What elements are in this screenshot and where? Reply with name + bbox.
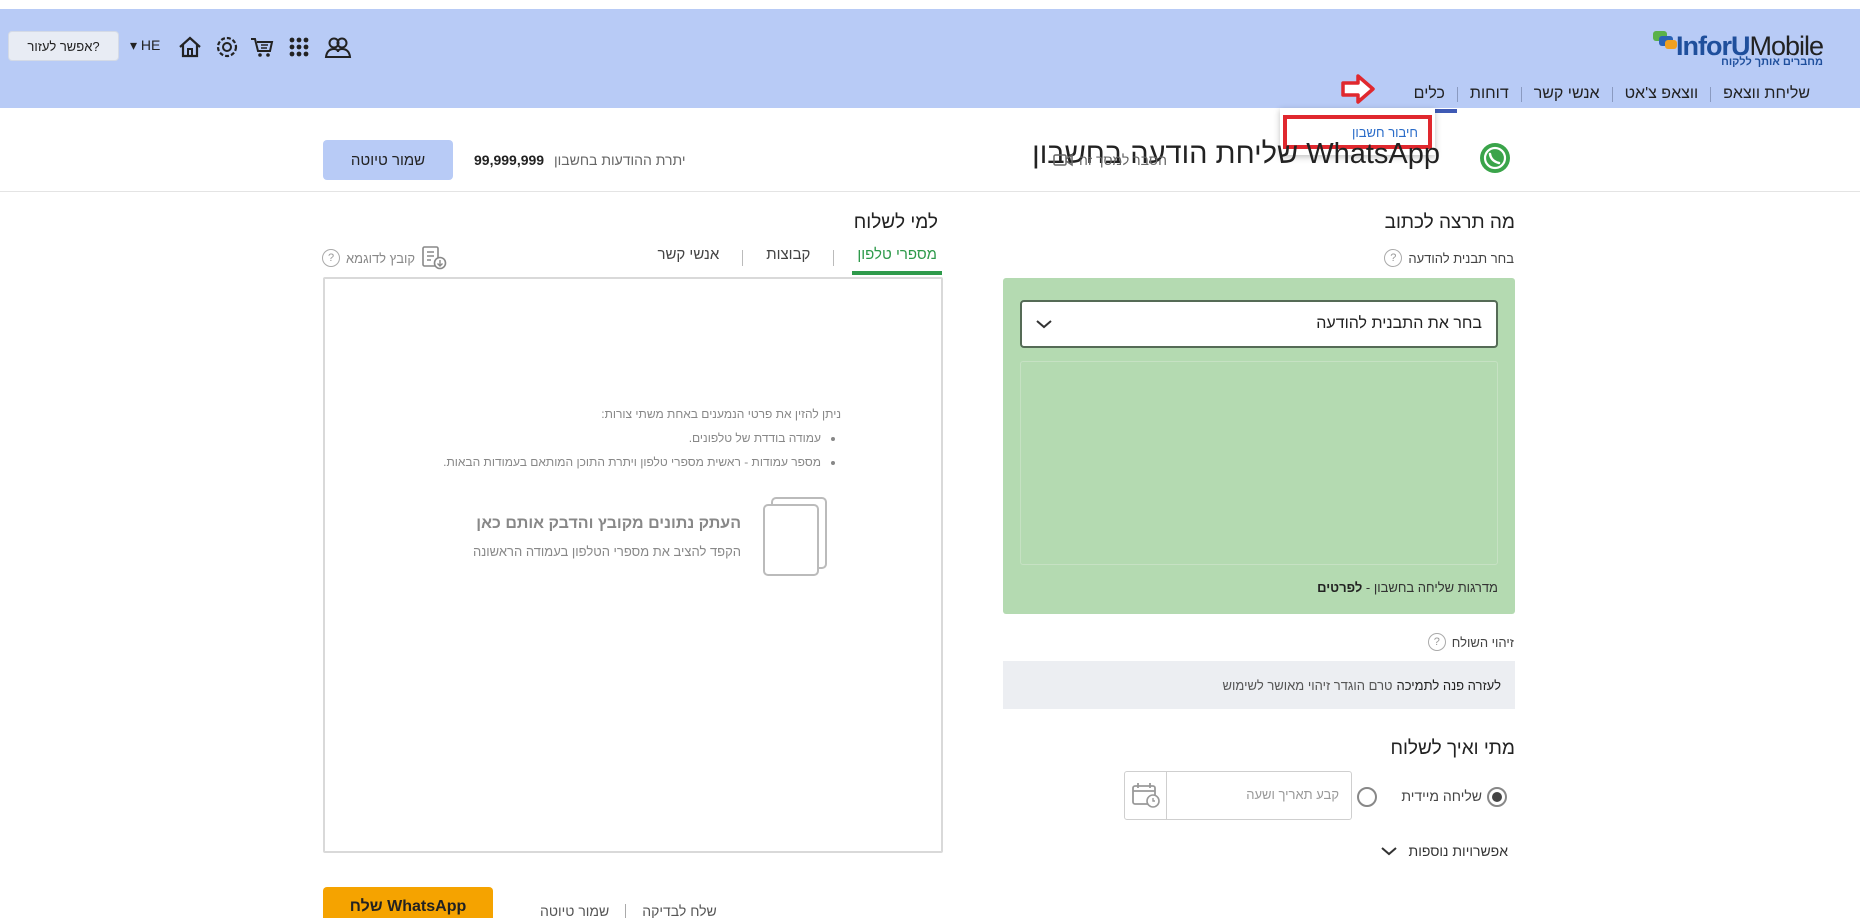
nav-item-contacts[interactable]: אנשי קשר bbox=[1522, 85, 1612, 103]
schedule-section-title: מתי ואיך לשלוח bbox=[1390, 738, 1515, 759]
paste-option-multi: מספר עמודות - ראשית מספרי טלפון ויתרת הת… bbox=[443, 450, 821, 474]
sender-id-label-text: זיהוי השולח bbox=[1451, 634, 1514, 650]
nav-item-tools[interactable]: כלים bbox=[1401, 85, 1458, 113]
paste-title: העתק נתונים מקובץ והדבק אותם כאן bbox=[476, 515, 741, 532]
sample-file-label: קובץ לדוגמא bbox=[346, 250, 416, 266]
video-icon bbox=[1053, 153, 1073, 167]
sending-tiers-link[interactable]: לפרטים bbox=[1317, 580, 1362, 595]
balance-display: 99,999,999 יתרת ההודעות בחשבון bbox=[474, 152, 686, 168]
users-icon[interactable] bbox=[324, 34, 352, 60]
cart-icon[interactable] bbox=[249, 34, 275, 60]
paste-subtitle: הקפד להציב את מספרי הטלפון בעמודה הראשונ… bbox=[472, 544, 741, 559]
documents-icon bbox=[763, 497, 827, 576]
help-icon[interactable]: ? bbox=[1427, 633, 1446, 651]
compose-section-title: מה תרצה לכתוב bbox=[1384, 212, 1515, 233]
sending-tiers-label: מדרגות שליחה בחשבון - bbox=[1365, 580, 1498, 595]
paste-intro: ניתן להזין את פרטי הנמענים באחת משתי צור… bbox=[601, 407, 841, 421]
file-download-icon bbox=[422, 246, 447, 270]
chevron-down-icon: ▾ bbox=[130, 37, 138, 53]
header-divider bbox=[0, 191, 1860, 192]
immediate-send-radio[interactable] bbox=[1487, 787, 1507, 807]
chevron-down-icon bbox=[1380, 847, 1397, 856]
sender-id-text: טרם הוגדר זיהוי מאושר לשימוש bbox=[1222, 677, 1393, 693]
more-options-label: אפשרויות נוספות bbox=[1408, 843, 1508, 859]
paste-option-single: עמודה בודדת של טלפונים. bbox=[443, 426, 821, 450]
screen-help-label: הסבר למסך זה bbox=[1079, 152, 1167, 168]
message-preview-area[interactable] bbox=[1020, 361, 1498, 565]
recipients-section-title: למי לשלוח bbox=[853, 212, 938, 233]
immediate-send-label: שליחה מיידית bbox=[1401, 788, 1482, 804]
send-whatsapp-button[interactable]: שלח WhatsApp bbox=[323, 887, 493, 918]
sender-id-label: ? זיהוי השולח bbox=[1427, 633, 1514, 651]
footer-save-draft-link[interactable]: שמור טיוטה bbox=[540, 903, 609, 918]
sender-id-box: טרם הוגדר זיהוי מאושר לשימוש לעזרה פנה ל… bbox=[1003, 661, 1515, 709]
language-label: HE bbox=[140, 37, 161, 53]
tab-phone-numbers[interactable]: מספרי טלפון bbox=[852, 244, 942, 275]
sample-file-link[interactable]: ? קובץ לדוגמא bbox=[322, 246, 447, 270]
save-draft-button[interactable]: שמור טיוטה bbox=[323, 140, 453, 180]
send-test-link[interactable]: שלח לבדיקה bbox=[642, 903, 717, 918]
help-button[interactable]: אפשר לעזור? bbox=[8, 31, 119, 61]
nav-item-whatsapp-chat[interactable]: ווצאפ צ'אט bbox=[1613, 85, 1711, 103]
more-options-toggle[interactable]: אפשרויות נוספות bbox=[1380, 843, 1508, 859]
schedule-datetime-input[interactable]: קבע תאריך ושעה bbox=[1124, 771, 1352, 820]
footer-divider bbox=[625, 904, 627, 918]
apps-grid-icon[interactable] bbox=[286, 34, 312, 60]
schedule-datetime-placeholder: קבע תאריך ושעה bbox=[1246, 787, 1339, 802]
tab-divider bbox=[742, 249, 744, 266]
paste-instructions: ניתן להזין את פרטי הנמענים באחת משתי צור… bbox=[443, 402, 841, 474]
tab-contacts[interactable]: אנשי קשר bbox=[652, 244, 724, 271]
balance-value: 99,999,999 bbox=[474, 152, 545, 168]
calendar-icon bbox=[1132, 783, 1160, 808]
help-icon[interactable]: ? bbox=[322, 249, 340, 267]
sending-tiers: מדרגות שליחה בחשבון - לפרטים bbox=[1317, 580, 1498, 595]
settings-icon[interactable] bbox=[214, 34, 240, 60]
nav-item-send-whatsapp[interactable]: שליחת ווצאפ bbox=[1711, 85, 1822, 103]
language-selector[interactable]: ▾ HE bbox=[130, 37, 160, 54]
recipients-tabs: מספרי טלפון קבוצות אנשי קשר bbox=[652, 244, 942, 275]
help-icon[interactable]: ? bbox=[1384, 249, 1403, 267]
tab-divider bbox=[833, 249, 835, 266]
footer-links: שמור טיוטה שלח לבדיקה bbox=[540, 903, 717, 918]
home-icon[interactable] bbox=[177, 34, 203, 60]
arrow-right-icon bbox=[1341, 74, 1375, 104]
tab-groups[interactable]: קבוצות bbox=[761, 244, 815, 271]
template-label: ? בחר תבנית להודעה bbox=[1384, 249, 1514, 267]
whatsapp-icon bbox=[1480, 143, 1510, 173]
template-label-text: בחר תבנית להודעה bbox=[1408, 250, 1514, 266]
template-select-value: בחר את התבנית להודעה bbox=[1316, 315, 1482, 332]
nav-item-reports[interactable]: דוחות bbox=[1458, 85, 1521, 103]
main-nav: שליחת ווצאפ ווצאפ צ'אט אנשי קשר דוחות כל… bbox=[1401, 85, 1822, 113]
chevron-down-icon bbox=[1036, 320, 1052, 329]
calendar-button[interactable] bbox=[1125, 772, 1167, 819]
recipients-paste-area[interactable]: ניתן להזין את פרטי הנמענים באחת משתי צור… bbox=[323, 277, 943, 853]
balance-label: יתרת ההודעות בחשבון bbox=[553, 152, 686, 168]
template-select[interactable]: בחר את התבנית להודעה bbox=[1020, 300, 1498, 348]
scheduled-send-radio[interactable] bbox=[1357, 787, 1377, 807]
support-link[interactable]: לעזרה פנה לתמיכה bbox=[1397, 678, 1502, 693]
screen-help-link[interactable]: הסבר למסך זה bbox=[1053, 152, 1167, 168]
logo-tagline: מחברים אותך ללקוח bbox=[1721, 56, 1823, 68]
top-navigation-bar: InforUMobile מחברים אותך ללקוח שליחת ווצ… bbox=[0, 9, 1860, 113]
